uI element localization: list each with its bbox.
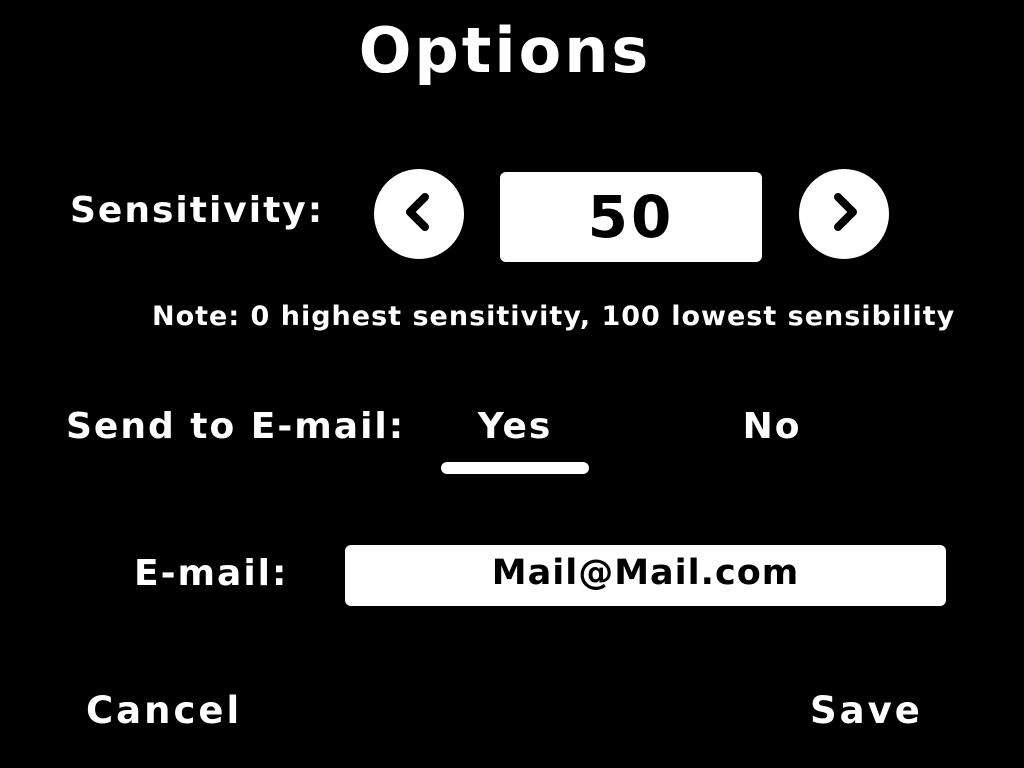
sensitivity-note: Note: 0 highest sensitivity, 100 lowest … [152,301,956,332]
option-yes[interactable]: Yes [441,406,589,447]
cancel-button[interactable]: Cancel [86,689,242,732]
chevron-right-icon [824,192,864,236]
page-title: Options [358,14,652,87]
decrease-sensitivity-button[interactable] [374,169,464,259]
send-email-label: Send to E-mail: [66,406,406,447]
selected-option-indicator [441,462,589,474]
sensitivity-label: Sensitivity: [70,190,325,231]
option-no[interactable]: No [722,406,822,447]
email-label: E-mail: [134,553,289,594]
sensitivity-value: 50 [500,172,762,262]
save-button[interactable]: Save [810,689,923,732]
email-field[interactable]: Mail@Mail.com [345,545,946,606]
increase-sensitivity-button[interactable] [799,169,889,259]
chevron-left-icon [399,192,439,236]
